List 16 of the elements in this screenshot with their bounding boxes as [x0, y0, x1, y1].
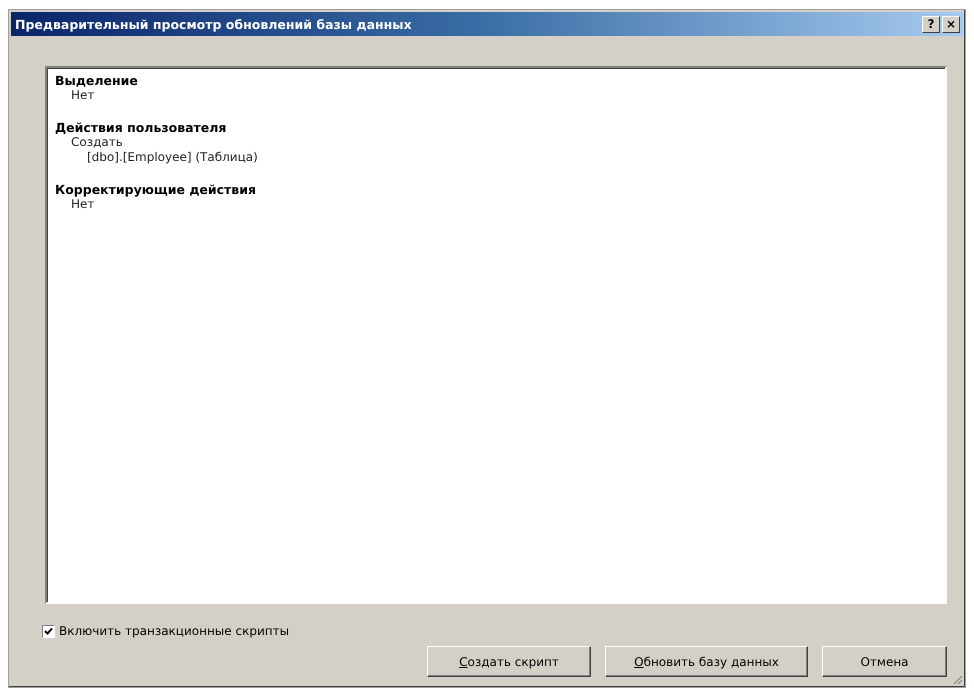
generate-script-button[interactable]: Создать скрипт — [427, 646, 591, 677]
checkbox-label: Включить транзакционные скрипты — [59, 624, 290, 638]
section-heading: Выделение — [55, 73, 139, 88]
tree-item: Нет — [70, 88, 96, 103]
update-database-button[interactable]: Обновить базу данных — [605, 646, 808, 677]
cancel-button[interactable]: Отмена — [822, 646, 947, 677]
help-button[interactable]: ? — [922, 16, 940, 32]
tree-item: [dbo].[Employee] (Таблица) — [86, 150, 259, 165]
window-title: Предварительный просмотр обновлений базы данных — [15, 16, 412, 32]
resize-grip-icon[interactable] — [951, 673, 963, 685]
close-button[interactable]: × — [942, 16, 960, 32]
section-heading: Корректирующие действия — [55, 182, 258, 197]
section-heading: Действия пользователя — [55, 120, 228, 135]
checkbox[interactable] — [42, 624, 55, 638]
tree-item: Нет — [70, 197, 96, 212]
tree-item: Создать — [70, 135, 124, 150]
